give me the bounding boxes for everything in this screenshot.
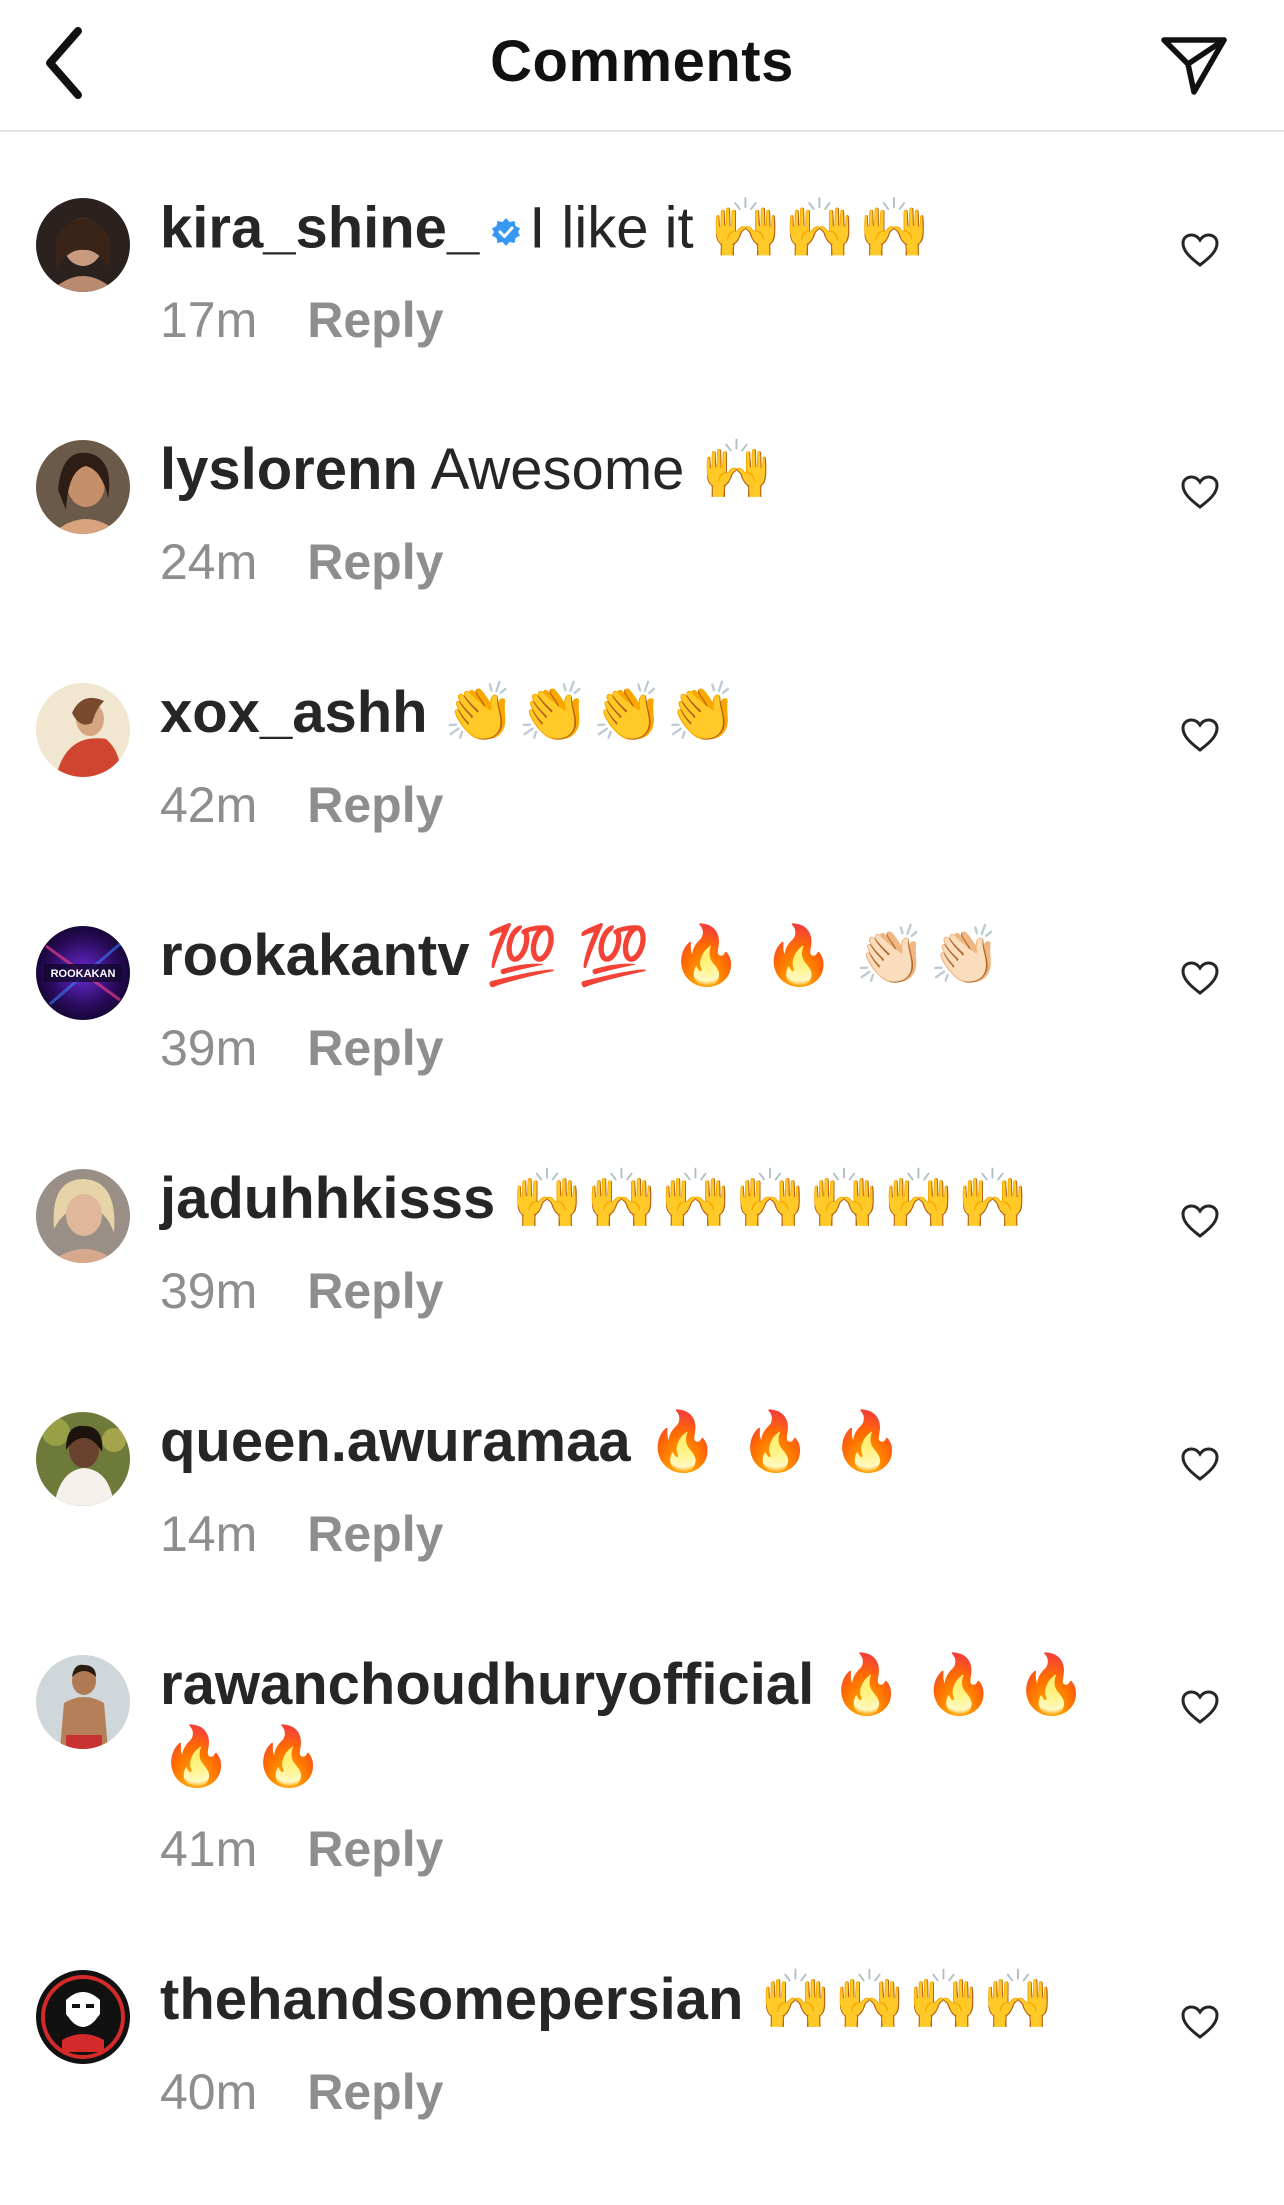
paper-plane-icon bbox=[1161, 37, 1227, 95]
comment-emojis: 🙌🙌🙌 bbox=[709, 195, 933, 261]
verified-badge-icon bbox=[491, 192, 521, 264]
comment-item: lyslorenn Awesome 🙌 24m Reply bbox=[0, 374, 1284, 617]
reply-button[interactable]: Reply bbox=[307, 1018, 443, 1078]
comment-meta: 41m Reply bbox=[160, 1819, 443, 1879]
reply-button[interactable]: Reply bbox=[307, 1261, 443, 1321]
comment-content: lyslorenn Awesome 🙌 bbox=[160, 434, 1120, 506]
like-button[interactable] bbox=[1172, 222, 1228, 278]
avatar[interactable] bbox=[36, 198, 130, 292]
comment-text: Awesome bbox=[430, 437, 685, 502]
heart-icon bbox=[1181, 2005, 1219, 2039]
comment-time: 41m bbox=[160, 1821, 258, 1877]
comment-meta: 42m Reply bbox=[160, 775, 443, 835]
heart-icon bbox=[1181, 1204, 1219, 1238]
comment-time: 14m bbox=[160, 1506, 258, 1562]
comment-text: I like it bbox=[529, 195, 694, 261]
like-button[interactable] bbox=[1172, 1436, 1228, 1492]
like-button[interactable] bbox=[1172, 707, 1228, 763]
heart-icon bbox=[1181, 1447, 1219, 1481]
avatar[interactable] bbox=[36, 1412, 130, 1506]
like-button[interactable] bbox=[1172, 1679, 1228, 1735]
reply-button[interactable]: Reply bbox=[307, 1819, 443, 1879]
comment-time: 39m bbox=[160, 1020, 258, 1076]
username[interactable]: kira_shine_ bbox=[160, 195, 479, 260]
comment-time: 17m bbox=[160, 292, 258, 348]
avatar-logo-text: ROOKAKAN bbox=[51, 968, 116, 980]
comment-meta: 40m Reply bbox=[160, 2062, 443, 2122]
username[interactable]: rookakantv bbox=[160, 923, 469, 988]
comment-emojis: 👏👏👏👏 bbox=[443, 680, 741, 745]
username[interactable]: queen.awuramaa bbox=[160, 1409, 631, 1474]
comment-item: xox_ashh 👏👏👏👏 42m Reply bbox=[0, 617, 1284, 860]
comment-meta: 39m Reply bbox=[160, 1018, 443, 1078]
heart-icon bbox=[1181, 961, 1219, 995]
username[interactable]: xox_ashh bbox=[160, 680, 428, 745]
avatar[interactable] bbox=[36, 1970, 130, 2064]
comment-item: queen.awuramaa 🔥 🔥 🔥 14m Reply bbox=[0, 1346, 1284, 1589]
like-button[interactable] bbox=[1172, 950, 1228, 1006]
heart-icon bbox=[1181, 475, 1219, 509]
page-title: Comments bbox=[490, 29, 794, 94]
reply-button[interactable]: Reply bbox=[307, 1504, 443, 1564]
username[interactable]: lyslorenn bbox=[160, 437, 418, 502]
comment-item: kira_shine_ I like it 🙌🙌🙌 17m Reply bbox=[0, 132, 1284, 374]
username[interactable]: rawanchoudhuryofficial bbox=[160, 1652, 814, 1717]
comment-content: queen.awuramaa 🔥 🔥 🔥 bbox=[160, 1406, 1120, 1478]
comment-content: rawanchoudhuryofficial 🔥 🔥 🔥 🔥 🔥 bbox=[160, 1649, 1120, 1793]
comment-emojis: 🙌🙌🙌🙌 bbox=[759, 1967, 1057, 2032]
comment-emojis: 💯 💯 🔥 🔥 👏🏻👏🏻 bbox=[485, 923, 1004, 988]
comment-time: 42m bbox=[160, 777, 258, 833]
comment-emojis: 🙌 bbox=[700, 437, 775, 502]
comment-meta: 24m Reply bbox=[160, 532, 443, 592]
username[interactable]: thehandsomepersian bbox=[160, 1967, 743, 2032]
avatar[interactable] bbox=[36, 1169, 130, 1263]
avatar[interactable] bbox=[36, 1655, 130, 1749]
like-button[interactable] bbox=[1172, 464, 1228, 520]
reply-button[interactable]: Reply bbox=[307, 775, 443, 835]
comment-meta: 17m Reply bbox=[160, 290, 443, 350]
comment-time: 40m bbox=[160, 2064, 258, 2120]
comment-item: rawanchoudhuryofficial 🔥 🔥 🔥 🔥 🔥 41m Repl… bbox=[0, 1589, 1284, 1904]
comment-content: xox_ashh 👏👏👏👏 bbox=[160, 677, 1120, 749]
top-bar: Comments bbox=[0, 0, 1284, 132]
reply-button[interactable]: Reply bbox=[307, 532, 443, 592]
comment-time: 39m bbox=[160, 1263, 258, 1319]
comment-emojis: 🙌🙌🙌🙌🙌🙌🙌 bbox=[511, 1166, 1031, 1231]
username[interactable]: jaduhhkisss bbox=[160, 1166, 495, 1231]
comment-time: 24m bbox=[160, 534, 258, 590]
comment-content: thehandsomepersian 🙌🙌🙌🙌 bbox=[160, 1964, 1120, 2036]
heart-icon bbox=[1181, 718, 1219, 752]
like-button[interactable] bbox=[1172, 1193, 1228, 1249]
reply-button[interactable]: Reply bbox=[307, 290, 443, 350]
avatar[interactable] bbox=[36, 683, 130, 777]
comment-content: rookakantv 💯 💯 🔥 🔥 👏🏻👏🏻 bbox=[160, 920, 1120, 992]
comment-content: jaduhhkisss 🙌🙌🙌🙌🙌🙌🙌 bbox=[160, 1163, 1120, 1235]
reply-button[interactable]: Reply bbox=[307, 2062, 443, 2122]
comment-item: ROOKAKAN rookakantv 💯 💯 🔥 🔥 👏🏻👏🏻 39m Repl… bbox=[0, 860, 1284, 1103]
comment-item: thehandsomepersian 🙌🙌🙌🙌 40m Reply bbox=[0, 1904, 1284, 2147]
comment-item: jaduhhkisss 🙌🙌🙌🙌🙌🙌🙌 39m Reply bbox=[0, 1103, 1284, 1346]
avatar[interactable]: ROOKAKAN bbox=[36, 926, 130, 1020]
share-button[interactable] bbox=[1154, 26, 1234, 106]
comment-meta: 39m Reply bbox=[160, 1261, 443, 1321]
heart-icon bbox=[1181, 233, 1219, 267]
comment-emojis: 🔥 🔥 🔥 bbox=[646, 1409, 906, 1474]
avatar[interactable] bbox=[36, 440, 130, 534]
comment-content: kira_shine_ I like it 🙌🙌🙌 bbox=[160, 192, 1120, 272]
heart-icon bbox=[1181, 1690, 1219, 1724]
like-button[interactable] bbox=[1172, 1994, 1228, 2050]
comment-meta: 14m Reply bbox=[160, 1504, 443, 1564]
